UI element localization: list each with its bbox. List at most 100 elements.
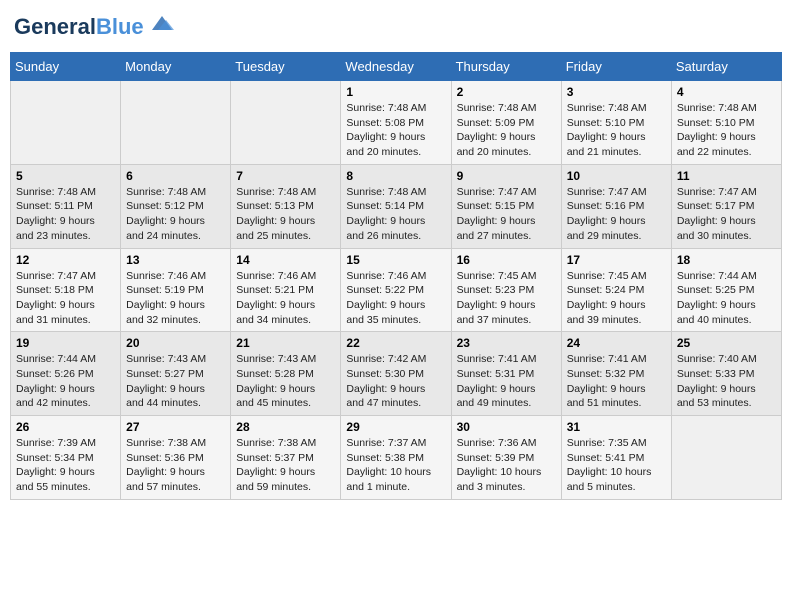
day-number: 7 [236, 169, 335, 183]
day-info: Sunrise: 7:38 AMSunset: 5:37 PMDaylight:… [236, 436, 335, 495]
day-info: Sunrise: 7:47 AMSunset: 5:15 PMDaylight:… [457, 185, 556, 244]
calendar-week-row: 5 Sunrise: 7:48 AMSunset: 5:11 PMDaylight… [11, 164, 782, 248]
day-info: Sunrise: 7:47 AMSunset: 5:17 PMDaylight:… [677, 185, 776, 244]
calendar-cell: 21 Sunrise: 7:43 AMSunset: 5:28 PMDayligh… [231, 332, 341, 416]
calendar-cell: 27 Sunrise: 7:38 AMSunset: 5:36 PMDayligh… [121, 416, 231, 500]
weekday-header-friday: Friday [561, 53, 671, 81]
weekday-header-thursday: Thursday [451, 53, 561, 81]
weekday-header-saturday: Saturday [671, 53, 781, 81]
day-number: 14 [236, 253, 335, 267]
day-number: 11 [677, 169, 776, 183]
day-number: 28 [236, 420, 335, 434]
day-number: 29 [346, 420, 445, 434]
day-info: Sunrise: 7:42 AMSunset: 5:30 PMDaylight:… [346, 352, 445, 411]
calendar-cell: 16 Sunrise: 7:45 AMSunset: 5:23 PMDayligh… [451, 248, 561, 332]
day-info: Sunrise: 7:48 AMSunset: 5:10 PMDaylight:… [567, 101, 666, 160]
calendar-cell [231, 81, 341, 165]
weekday-header-monday: Monday [121, 53, 231, 81]
day-number: 10 [567, 169, 666, 183]
calendar-cell: 25Sunrise: 7:40 AMSunset: 5:33 PMDayligh… [671, 332, 781, 416]
calendar-cell [671, 416, 781, 500]
day-info: Sunrise: 7:47 AMSunset: 5:18 PMDaylight:… [16, 269, 115, 328]
day-info: Sunrise: 7:38 AMSunset: 5:36 PMDaylight:… [126, 436, 225, 495]
day-info: Sunrise: 7:48 AMSunset: 5:12 PMDaylight:… [126, 185, 225, 244]
calendar-cell: 24Sunrise: 7:41 AMSunset: 5:32 PMDayligh… [561, 332, 671, 416]
calendar-week-row: 12 Sunrise: 7:47 AMSunset: 5:18 PMDayligh… [11, 248, 782, 332]
logo: GeneralBlue [14, 16, 176, 38]
day-number: 18 [677, 253, 776, 267]
day-number: 9 [457, 169, 556, 183]
calendar-cell: 6 Sunrise: 7:48 AMSunset: 5:12 PMDaylight… [121, 164, 231, 248]
day-info: Sunrise: 7:36 AMSunset: 5:39 PMDaylight:… [457, 436, 556, 495]
calendar-cell: 18Sunrise: 7:44 AMSunset: 5:25 PMDayligh… [671, 248, 781, 332]
day-number: 20 [126, 336, 225, 350]
calendar-body: 1Sunrise: 7:48 AMSunset: 5:08 PMDaylight… [11, 81, 782, 500]
day-number: 21 [236, 336, 335, 350]
day-info: Sunrise: 7:46 AMSunset: 5:21 PMDaylight:… [236, 269, 335, 328]
day-number: 8 [346, 169, 445, 183]
page-header: GeneralBlue [10, 10, 782, 44]
calendar-cell: 28 Sunrise: 7:38 AMSunset: 5:37 PMDayligh… [231, 416, 341, 500]
calendar-header-row: SundayMondayTuesdayWednesdayThursdayFrid… [11, 53, 782, 81]
day-info: Sunrise: 7:43 AMSunset: 5:28 PMDaylight:… [236, 352, 335, 411]
day-number: 22 [346, 336, 445, 350]
day-info: Sunrise: 7:43 AMSunset: 5:27 PMDaylight:… [126, 352, 225, 411]
calendar-cell: 23 Sunrise: 7:41 AMSunset: 5:31 PMDayligh… [451, 332, 561, 416]
day-info: Sunrise: 7:44 AMSunset: 5:26 PMDaylight:… [16, 352, 115, 411]
day-number: 26 [16, 420, 115, 434]
day-info: Sunrise: 7:35 AMSunset: 5:41 PMDaylight:… [567, 436, 666, 495]
day-info: Sunrise: 7:48 AMSunset: 5:13 PMDaylight:… [236, 185, 335, 244]
day-number: 3 [567, 85, 666, 99]
day-number: 24 [567, 336, 666, 350]
day-info: Sunrise: 7:45 AMSunset: 5:24 PMDaylight:… [567, 269, 666, 328]
day-number: 6 [126, 169, 225, 183]
calendar-cell: 31 Sunrise: 7:35 AMSunset: 5:41 PMDayligh… [561, 416, 671, 500]
calendar-cell: 14 Sunrise: 7:46 AMSunset: 5:21 PMDayligh… [231, 248, 341, 332]
calendar-week-row: 1Sunrise: 7:48 AMSunset: 5:08 PMDaylight… [11, 81, 782, 165]
day-number: 27 [126, 420, 225, 434]
day-number: 2 [457, 85, 556, 99]
day-info: Sunrise: 7:48 AMSunset: 5:11 PMDaylight:… [16, 185, 115, 244]
calendar-cell: 15 Sunrise: 7:46 AMSunset: 5:22 PMDayligh… [341, 248, 451, 332]
calendar-cell: 10Sunrise: 7:47 AMSunset: 5:16 PMDayligh… [561, 164, 671, 248]
day-number: 23 [457, 336, 556, 350]
calendar-cell: 22 Sunrise: 7:42 AMSunset: 5:30 PMDayligh… [341, 332, 451, 416]
calendar-cell: 9 Sunrise: 7:47 AMSunset: 5:15 PMDaylight… [451, 164, 561, 248]
logo-text: GeneralBlue [14, 16, 144, 38]
day-number: 4 [677, 85, 776, 99]
day-number: 15 [346, 253, 445, 267]
weekday-header-tuesday: Tuesday [231, 53, 341, 81]
calendar-table: SundayMondayTuesdayWednesdayThursdayFrid… [10, 52, 782, 500]
logo-icon [148, 14, 176, 32]
calendar-cell: 3 Sunrise: 7:48 AMSunset: 5:10 PMDaylight… [561, 81, 671, 165]
day-info: Sunrise: 7:39 AMSunset: 5:34 PMDaylight:… [16, 436, 115, 495]
day-info: Sunrise: 7:46 AMSunset: 5:22 PMDaylight:… [346, 269, 445, 328]
calendar-cell: 13Sunrise: 7:46 AMSunset: 5:19 PMDayligh… [121, 248, 231, 332]
day-info: Sunrise: 7:48 AMSunset: 5:10 PMDaylight:… [677, 101, 776, 160]
day-number: 5 [16, 169, 115, 183]
day-number: 19 [16, 336, 115, 350]
calendar-week-row: 26 Sunrise: 7:39 AMSunset: 5:34 PMDayligh… [11, 416, 782, 500]
calendar-cell: 1Sunrise: 7:48 AMSunset: 5:08 PMDaylight… [341, 81, 451, 165]
weekday-header-wednesday: Wednesday [341, 53, 451, 81]
calendar-cell: 29Sunrise: 7:37 AMSunset: 5:38 PMDayligh… [341, 416, 451, 500]
day-number: 17 [567, 253, 666, 267]
weekday-header-sunday: Sunday [11, 53, 121, 81]
calendar-cell: 11 Sunrise: 7:47 AMSunset: 5:17 PMDayligh… [671, 164, 781, 248]
calendar-cell: 12 Sunrise: 7:47 AMSunset: 5:18 PMDayligh… [11, 248, 121, 332]
day-info: Sunrise: 7:48 AMSunset: 5:14 PMDaylight:… [346, 185, 445, 244]
day-number: 16 [457, 253, 556, 267]
calendar-cell: 30 Sunrise: 7:36 AMSunset: 5:39 PMDayligh… [451, 416, 561, 500]
day-info: Sunrise: 7:41 AMSunset: 5:31 PMDaylight:… [457, 352, 556, 411]
day-info: Sunrise: 7:45 AMSunset: 5:23 PMDaylight:… [457, 269, 556, 328]
day-number: 1 [346, 85, 445, 99]
day-number: 31 [567, 420, 666, 434]
calendar-cell: 19 Sunrise: 7:44 AMSunset: 5:26 PMDayligh… [11, 332, 121, 416]
calendar-cell: 4 Sunrise: 7:48 AMSunset: 5:10 PMDaylight… [671, 81, 781, 165]
calendar-cell: 17 Sunrise: 7:45 AMSunset: 5:24 PMDayligh… [561, 248, 671, 332]
day-number: 12 [16, 253, 115, 267]
calendar-cell [121, 81, 231, 165]
calendar-cell: 2Sunrise: 7:48 AMSunset: 5:09 PMDaylight… [451, 81, 561, 165]
calendar-week-row: 19 Sunrise: 7:44 AMSunset: 5:26 PMDayligh… [11, 332, 782, 416]
day-number: 30 [457, 420, 556, 434]
